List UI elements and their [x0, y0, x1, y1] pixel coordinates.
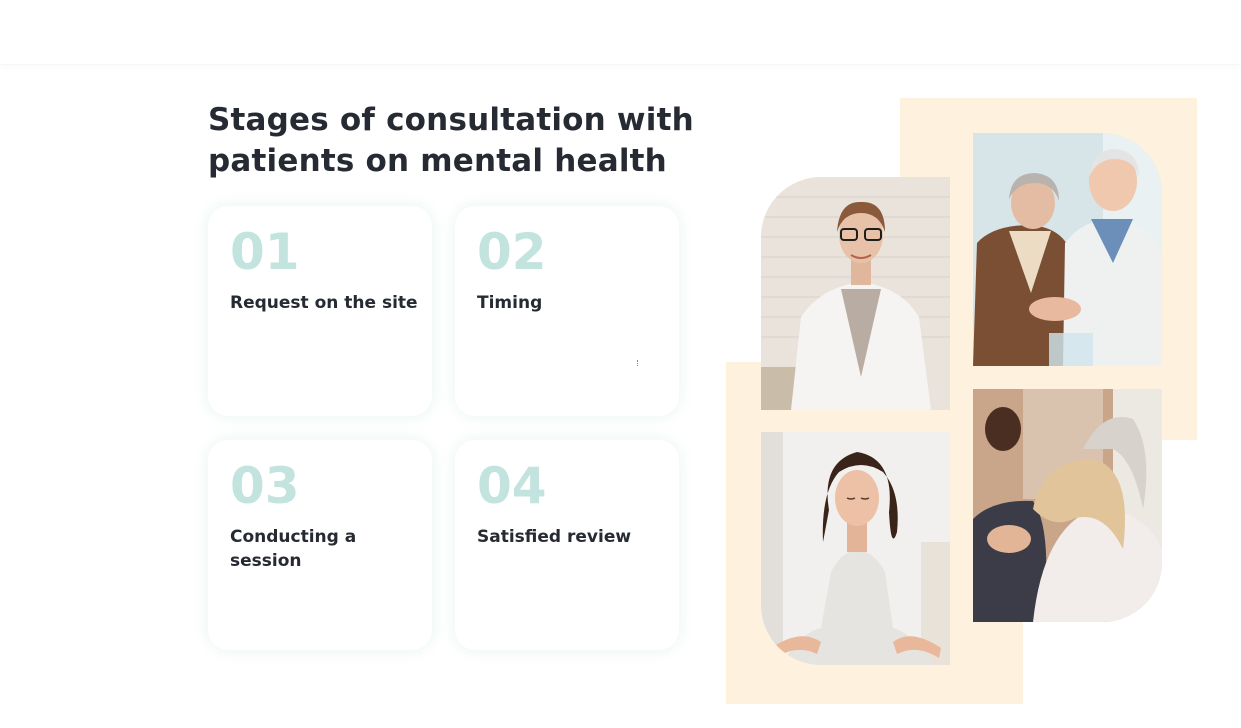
elderly-couple-photo	[973, 133, 1162, 366]
step-number: 03	[230, 457, 300, 515]
group-support-photo	[973, 389, 1162, 622]
step-card-4: 04 Satisfied review	[455, 440, 679, 650]
psychologist-photo	[761, 177, 950, 410]
decorative-dot	[637, 360, 639, 366]
section-title-line2: patients on mental health	[208, 143, 667, 179]
step-number: 01	[230, 223, 300, 281]
step-card-3: 03 Conducting a session	[208, 440, 432, 650]
step-label: Conducting a session	[230, 527, 357, 571]
step-label: Timing	[477, 293, 543, 313]
meditation-photo	[761, 432, 950, 665]
step-number: 02	[477, 223, 547, 281]
section-title-line1: Stages of consultation with	[208, 102, 694, 138]
section-title: Stages of consultation with patients on …	[208, 100, 708, 182]
top-header-bar	[0, 0, 1241, 65]
step-card-1: 01 Request on the site	[208, 206, 432, 416]
step-card-2: 02 Timing	[455, 206, 679, 416]
step-label: Request on the site	[230, 293, 418, 313]
step-label: Satisfied review	[477, 527, 632, 547]
step-number: 04	[477, 457, 547, 515]
